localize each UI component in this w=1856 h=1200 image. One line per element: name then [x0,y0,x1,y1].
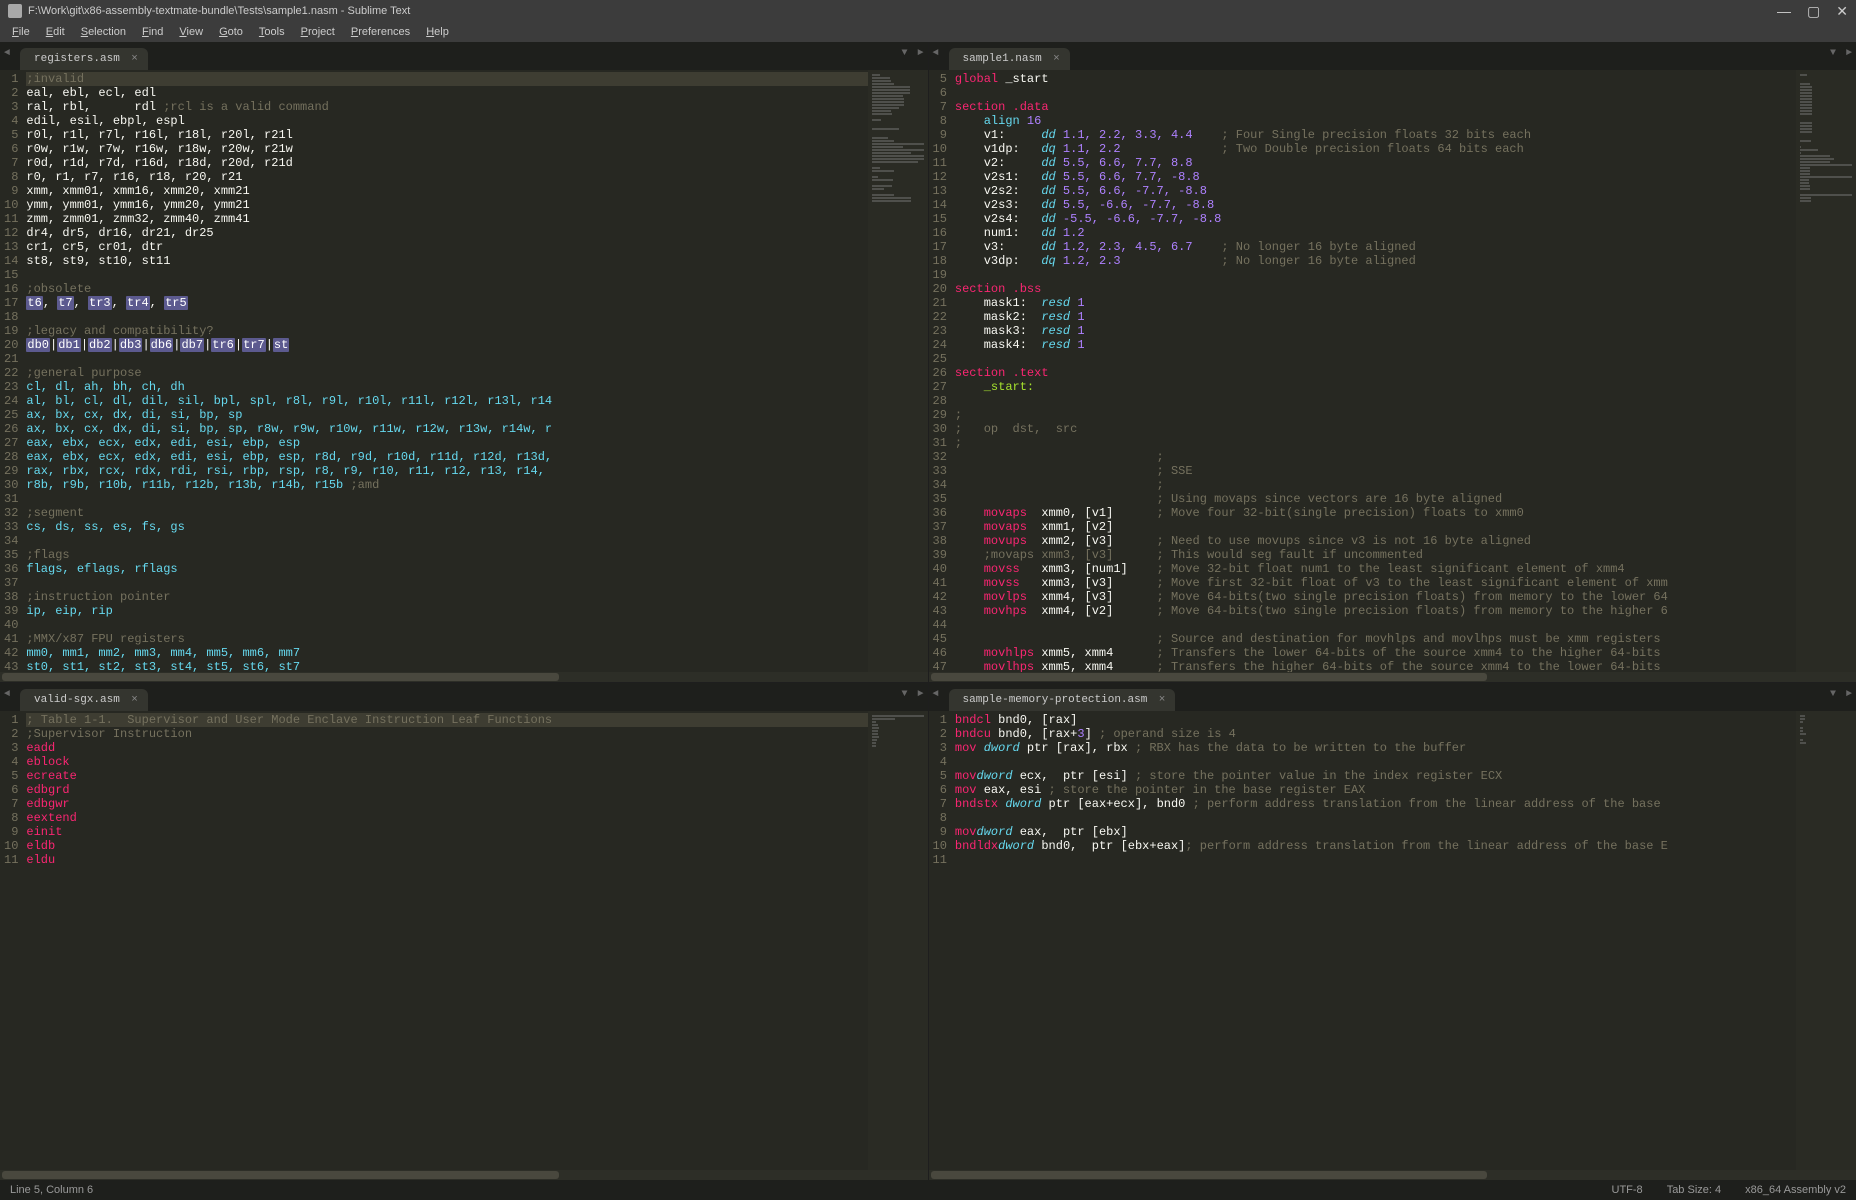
status-indent[interactable]: Tab Size: 4 [1667,1184,1721,1196]
tab-scroll-right-icon[interactable]: ► [917,48,923,59]
titlebar: F:\Work\git\x86-assembly-textmate-bundle… [0,0,1856,22]
statusbar: Line 5, Column 6 UTF-8 Tab Size: 4 x86_6… [0,1180,1856,1200]
code-area[interactable]: bndcl bnd0, [rax]bndcu bnd0, [rax+3] ; o… [955,711,1796,1170]
menu-project[interactable]: Project [293,24,343,40]
tab-scroll-left-icon[interactable]: ◄ [933,48,939,59]
tab-scroll-right-icon[interactable]: ► [917,689,923,700]
tab-scroll-left-icon[interactable]: ◄ [933,689,939,700]
tab-sample-memory-protection-asm[interactable]: sample-memory-protection.asm × [949,689,1176,711]
code-area[interactable]: ; Table 1-1. Supervisor and User Mode En… [26,711,867,1170]
horizontal-scrollbar[interactable] [0,1170,928,1180]
editor[interactable]: 5678910111213141516171819202122232425262… [929,70,1856,672]
tab-sample1-nasm[interactable]: sample1.nasm × [949,48,1070,70]
horizontal-scrollbar[interactable] [0,672,928,682]
minimap[interactable] [1796,711,1856,1170]
tab-dropdown-icon[interactable]: ▼ [901,48,907,59]
menu-tools[interactable]: Tools [251,24,293,40]
code-area[interactable]: ;invalideal, ebl, ecl, edlral, rbl, rdl … [26,70,867,672]
gutter: 1234567891011121314151617181920212223242… [0,70,26,672]
minimap[interactable] [868,711,928,1170]
close-button[interactable]: ✕ [1836,3,1848,20]
horizontal-scrollbar[interactable] [929,672,1856,682]
tab-valid-sgx-asm[interactable]: valid-sgx.asm × [20,689,148,711]
status-position[interactable]: Line 5, Column 6 [10,1184,93,1196]
close-icon[interactable]: × [131,694,138,706]
editor[interactable]: 1234567891011 bndcl bnd0, [rax]bndcu bnd… [929,711,1856,1170]
gutter: 1234567891011 [929,711,955,1170]
tab-scroll-right-icon[interactable]: ► [1846,48,1852,59]
pane-bottom-left: ◄ valid-sgx.asm × ▼ ► 1234567891011 ; Ta… [0,683,928,1180]
tab-dropdown-icon[interactable]: ▼ [1830,48,1836,59]
editor-panes: ◄ registers.asm × ▼ ► 123456789101112131… [0,42,1856,1180]
tab-row: ◄ sample-memory-protection.asm × ▼ ► [929,683,1856,711]
pane-top-left: ◄ registers.asm × ▼ ► 123456789101112131… [0,42,928,682]
close-icon[interactable]: × [131,53,138,65]
tab-scroll-right-icon[interactable]: ► [1846,689,1852,700]
tab-scroll-left-icon[interactable]: ◄ [4,689,10,700]
minimap[interactable] [868,70,928,672]
tab-dropdown-icon[interactable]: ▼ [1830,689,1836,700]
gutter: 5678910111213141516171819202122232425262… [929,70,955,672]
horizontal-scrollbar[interactable] [929,1170,1856,1180]
menu-find[interactable]: Find [134,24,171,40]
tab-row: ◄ sample1.nasm × ▼ ► [929,42,1856,70]
editor[interactable]: 1234567891011121314151617181920212223242… [0,70,928,672]
minimize-button[interactable]: — [1777,3,1791,20]
minimap[interactable] [1796,70,1856,672]
tab-scroll-left-icon[interactable]: ◄ [4,48,10,59]
menu-goto[interactable]: Goto [211,24,251,40]
gutter: 1234567891011 [0,711,26,1170]
tab-row: ◄ registers.asm × ▼ ► [0,42,928,70]
status-encoding[interactable]: UTF-8 [1612,1184,1643,1196]
app-icon [8,4,22,18]
pane-bottom-right: ◄ sample-memory-protection.asm × ▼ ► 123… [929,683,1856,1180]
menu-file[interactable]: File [4,24,38,40]
menu-preferences[interactable]: Preferences [343,24,418,40]
status-syntax[interactable]: x86_64 Assembly v2 [1745,1184,1846,1196]
menubar: FileEditSelectionFindViewGotoToolsProjec… [0,22,1856,42]
close-icon[interactable]: × [1159,694,1166,706]
maximize-button[interactable]: ▢ [1807,3,1820,20]
close-icon[interactable]: × [1053,53,1060,65]
tab-registers-asm[interactable]: registers.asm × [20,48,148,70]
tab-dropdown-icon[interactable]: ▼ [901,689,907,700]
menu-edit[interactable]: Edit [38,24,73,40]
pane-top-right: ◄ sample1.nasm × ▼ ► 5678910111213141516… [929,42,1856,682]
editor[interactable]: 1234567891011 ; Table 1-1. Supervisor an… [0,711,928,1170]
menu-selection[interactable]: Selection [73,24,134,40]
window-title: F:\Work\git\x86-assembly-textmate-bundle… [28,5,410,17]
code-area[interactable]: global _startsection .data align 16 v1: … [955,70,1796,672]
menu-help[interactable]: Help [418,24,457,40]
menu-view[interactable]: View [171,24,211,40]
tab-row: ◄ valid-sgx.asm × ▼ ► [0,683,928,711]
